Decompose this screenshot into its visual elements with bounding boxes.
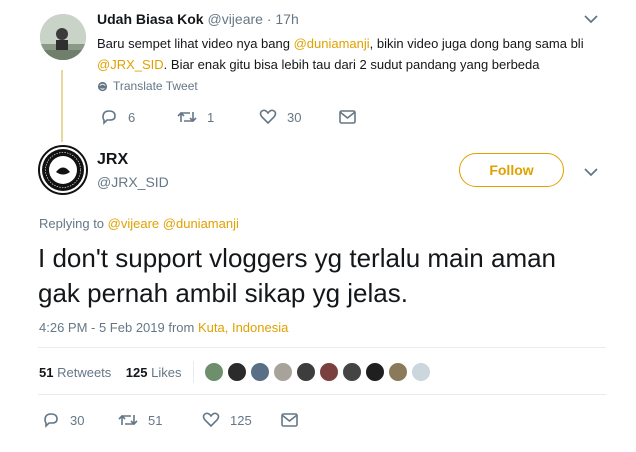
tweet-timestamp-row: 4:26 PM - 5 Feb 2019 from Kuta, Indonesi… <box>39 320 288 335</box>
main-retweet-button[interactable]: 51 <box>118 412 162 428</box>
reply-retweets-count: 1 <box>207 109 215 125</box>
main-replies-count: 30 <box>70 412 85 428</box>
retweets-label: Retweets <box>57 365 112 380</box>
main-tweet-text-line2: gak pernah ambil sikap yg jelas. <box>38 278 408 308</box>
reply-separator: · <box>266 11 272 27</box>
tweet-timestamp[interactable]: 4:26 PM - 5 Feb 2019 from <box>39 320 194 335</box>
reply-text-segment: Baru sempet lihat video nya bang <box>97 36 294 51</box>
reply-header: Udah Biasa Kok @vijeare · 17h <box>97 11 299 27</box>
reply-handle[interactable]: @vijeare <box>207 11 262 27</box>
main-avatar[interactable] <box>38 145 88 195</box>
follow-button[interactable]: Follow <box>459 153 564 187</box>
reply-icon <box>100 109 118 125</box>
reply-text-segment: , bikin video juga dong bang sama bli <box>369 36 584 51</box>
reply-thread-line <box>61 70 63 142</box>
replying-to-user-1[interactable]: @vijeare <box>108 216 160 231</box>
retweets-count: 51 <box>39 365 54 380</box>
likes-label: Likes <box>151 365 182 380</box>
main-dm-button[interactable] <box>281 413 298 427</box>
liker-avatar[interactable] <box>226 361 248 383</box>
main-retweets-count: 51 <box>148 412 163 428</box>
main-reply-button[interactable]: 30 <box>42 412 84 428</box>
main-tweet-text-line1: I don't support vloggers yg terlalu main… <box>38 243 557 273</box>
replying-to-label: Replying to <box>39 216 105 231</box>
liker-avatar[interactable] <box>203 361 225 383</box>
reply-retweet-button[interactable]: 1 <box>177 109 214 125</box>
replying-to-user-2[interactable]: @duniamanji <box>163 216 239 231</box>
reply-dm-button[interactable] <box>339 110 356 124</box>
liker-avatar[interactable] <box>272 361 294 383</box>
liker-avatar[interactable] <box>341 361 363 383</box>
reply-likes-count: 30 <box>287 109 302 125</box>
follow-label: Follow <box>489 162 534 178</box>
main-caret-icon[interactable] <box>584 167 598 177</box>
translate-label: Translate Tweet <box>113 79 198 93</box>
mention-link[interactable]: @duniamanji <box>294 36 370 51</box>
globe-icon <box>97 81 108 92</box>
reply-icon <box>42 412 60 428</box>
retweet-icon <box>177 109 197 125</box>
reply-text-segment: . Biar enak gitu bisa lebih tau dari 2 s… <box>163 57 540 72</box>
liker-avatar[interactable] <box>318 361 340 383</box>
divider-top <box>38 347 606 348</box>
reply-like-button[interactable]: 30 <box>259 109 301 125</box>
liker-avatar[interactable] <box>364 361 386 383</box>
main-handle[interactable]: @JRX_SID <box>97 174 169 190</box>
liker-avatar[interactable] <box>410 361 432 383</box>
reply-time[interactable]: 17h <box>275 11 298 27</box>
mention-link[interactable]: @JRX_SID <box>97 57 164 72</box>
heart-icon <box>259 109 277 125</box>
reply-display-name[interactable]: Udah Biasa Kok <box>97 11 204 27</box>
main-like-button[interactable]: 125 <box>202 412 252 428</box>
main-tweet-text: I don't support vloggers yg terlalu main… <box>38 241 556 311</box>
divider-bottom <box>38 394 606 395</box>
reply-caret-icon[interactable] <box>584 14 598 24</box>
likers-avatars <box>203 361 432 383</box>
likes-stat[interactable]: 125 Likes <box>126 365 182 380</box>
retweets-stat[interactable]: 51 Retweets <box>39 365 115 380</box>
main-display-name[interactable]: JRX <box>97 151 128 169</box>
liker-avatar[interactable] <box>387 361 409 383</box>
reply-reply-button[interactable]: 6 <box>100 109 135 125</box>
liker-avatar[interactable] <box>295 361 317 383</box>
replying-to: Replying to @vijeare @duniamanji <box>39 216 239 231</box>
likes-count: 125 <box>125 365 148 380</box>
tweet-location[interactable]: Kuta, Indonesia <box>198 320 288 335</box>
retweet-icon <box>118 412 138 428</box>
reply-replies-count: 6 <box>128 109 136 125</box>
translate-tweet[interactable]: Translate Tweet <box>97 79 198 93</box>
main-likes-count: 125 <box>230 412 252 428</box>
liker-avatar[interactable] <box>249 361 271 383</box>
stats-separator <box>193 361 194 383</box>
envelope-icon <box>281 413 298 427</box>
heart-icon <box>202 412 220 428</box>
envelope-icon <box>339 110 356 124</box>
reply-avatar[interactable] <box>40 14 86 60</box>
reply-text: Baru sempet lihat video nya bang @duniam… <box>97 33 607 75</box>
tweet-stats: 51 Retweets 125 Likes <box>39 365 181 380</box>
